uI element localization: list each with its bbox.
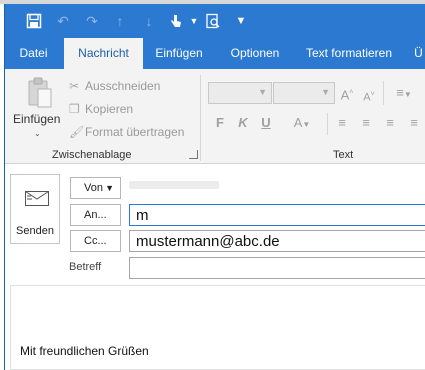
chevron-down-icon: ▼ xyxy=(302,120,311,129)
align-right-icon: ≡ xyxy=(386,115,394,130)
font-size-combo[interactable]: ▼ xyxy=(273,82,335,104)
undo-icon[interactable]: ↶ xyxy=(55,13,71,29)
tab-einfuegen[interactable]: Einfügen xyxy=(147,38,211,69)
copy-button[interactable]: ❐ Kopieren xyxy=(69,101,133,117)
chevron-down-icon: ▼ xyxy=(105,183,114,193)
clipboard-launcher-icon[interactable] xyxy=(189,150,198,159)
chevron-down-icon: ▼ xyxy=(403,90,412,99)
group-separator xyxy=(327,113,328,135)
tab-nachricht[interactable]: Nachricht xyxy=(64,38,143,70)
cut-label: Ausschneiden xyxy=(85,79,161,93)
paste-dropdown-icon: ⌄ xyxy=(34,129,41,138)
underline-button[interactable]: U xyxy=(259,114,273,132)
redo-icon[interactable]: ↷ xyxy=(84,13,100,29)
to-field-value: m xyxy=(136,207,149,224)
touch-mode-dropdown-icon[interactable]: ▼ xyxy=(186,13,202,29)
outlook-compose-window: ↶ ↷ ↑ ↓ ▼ ▼ Datei Nachricht Einfügen Opt… xyxy=(4,4,425,370)
send-button[interactable]: Senden xyxy=(10,174,60,244)
customize-toolbar-icon[interactable]: ▼ xyxy=(233,13,249,29)
from-label: Von xyxy=(84,182,103,194)
format-painter-label: Format übertragen xyxy=(85,125,185,139)
ribbon-tab-bar: Datei Nachricht Einfügen Optionen Text f… xyxy=(5,38,425,70)
subject-field[interactable] xyxy=(129,257,425,279)
align-center-button[interactable]: ≡ xyxy=(359,114,373,132)
touch-mode-icon[interactable] xyxy=(168,13,184,29)
up-arrow-icon[interactable]: ↑ xyxy=(112,13,128,29)
format-painter-icon: 🖌 xyxy=(69,125,85,139)
down-arrow-icon[interactable]: ↓ xyxy=(141,13,157,29)
italic-button[interactable]: K xyxy=(236,114,250,132)
align-left-icon: ≡ xyxy=(338,115,346,130)
shrink-font-button[interactable]: A˅ xyxy=(362,86,376,104)
chevron-down-icon: ▼ xyxy=(258,87,267,97)
print-preview-icon[interactable] xyxy=(205,13,221,29)
ribbon: Einfügen ⌄ ✂ Ausschneiden ❐ Kopieren 🖌Form… xyxy=(5,69,425,164)
chevron-down-icon: ▼ xyxy=(321,87,330,97)
tab-overflow[interactable]: Ü xyxy=(411,38,425,69)
grow-font-label: A xyxy=(340,87,350,103)
send-label: Senden xyxy=(16,225,54,237)
align-center-icon: ≡ xyxy=(362,115,370,130)
tab-text-formatieren[interactable]: Text formatieren xyxy=(301,38,397,69)
signature-text: Mit freundlichen Grüßen xyxy=(20,344,149,358)
cut-button[interactable]: ✂ Ausschneiden xyxy=(69,78,160,94)
group-separator xyxy=(383,81,384,105)
bullets-button[interactable]: ≡▼ xyxy=(389,84,419,102)
bold-button[interactable]: F xyxy=(213,114,227,132)
font-name-combo[interactable]: ▼ xyxy=(208,82,272,104)
from-button[interactable]: Von ▼ xyxy=(70,177,121,199)
scissors-icon: ✂ xyxy=(69,79,80,93)
tab-optionen[interactable]: Optionen xyxy=(223,38,287,69)
align-left-button[interactable]: ≡ xyxy=(335,114,349,132)
quick-access-toolbar: ↶ ↷ ↑ ↓ ▼ ▼ xyxy=(5,4,425,38)
tab-datei[interactable]: Datei xyxy=(9,38,58,69)
from-account xyxy=(129,181,219,189)
clipboard-group-label: Zwischenablage xyxy=(52,149,132,161)
cc-field[interactable]: mustermann@abc.de xyxy=(129,230,425,252)
justify-icon: ≡ xyxy=(410,115,418,130)
envelope-icon xyxy=(25,191,49,206)
align-right-button[interactable]: ≡ xyxy=(383,114,397,132)
group-separator xyxy=(200,75,201,161)
to-button[interactable]: An... xyxy=(70,204,121,226)
copy-label: Kopieren xyxy=(85,102,134,116)
paste-label: Einfügen xyxy=(13,112,61,126)
bullet-list-icon: ≡ xyxy=(396,85,404,100)
justify-button[interactable]: ≡ xyxy=(407,114,421,132)
grow-font-button[interactable]: A˄ xyxy=(339,84,355,102)
compose-form: Senden Von ▼ An... m Cc... mustermann@ab… xyxy=(5,164,425,370)
cc-button[interactable]: Cc... xyxy=(70,230,121,252)
save-icon[interactable] xyxy=(26,13,42,29)
cc-field-value: mustermann@abc.de xyxy=(136,233,280,250)
shrink-font-label: A xyxy=(363,91,371,104)
to-field[interactable]: m xyxy=(129,204,425,226)
paste-icon xyxy=(28,77,52,108)
text-group-label: Text xyxy=(333,149,354,161)
font-color-button[interactable]: A▼ xyxy=(289,114,315,132)
subject-label: Betreff xyxy=(69,261,102,273)
copy-icon: ❐ xyxy=(69,102,80,116)
format-painter-button[interactable]: 🖌Format übertragen xyxy=(69,124,184,140)
